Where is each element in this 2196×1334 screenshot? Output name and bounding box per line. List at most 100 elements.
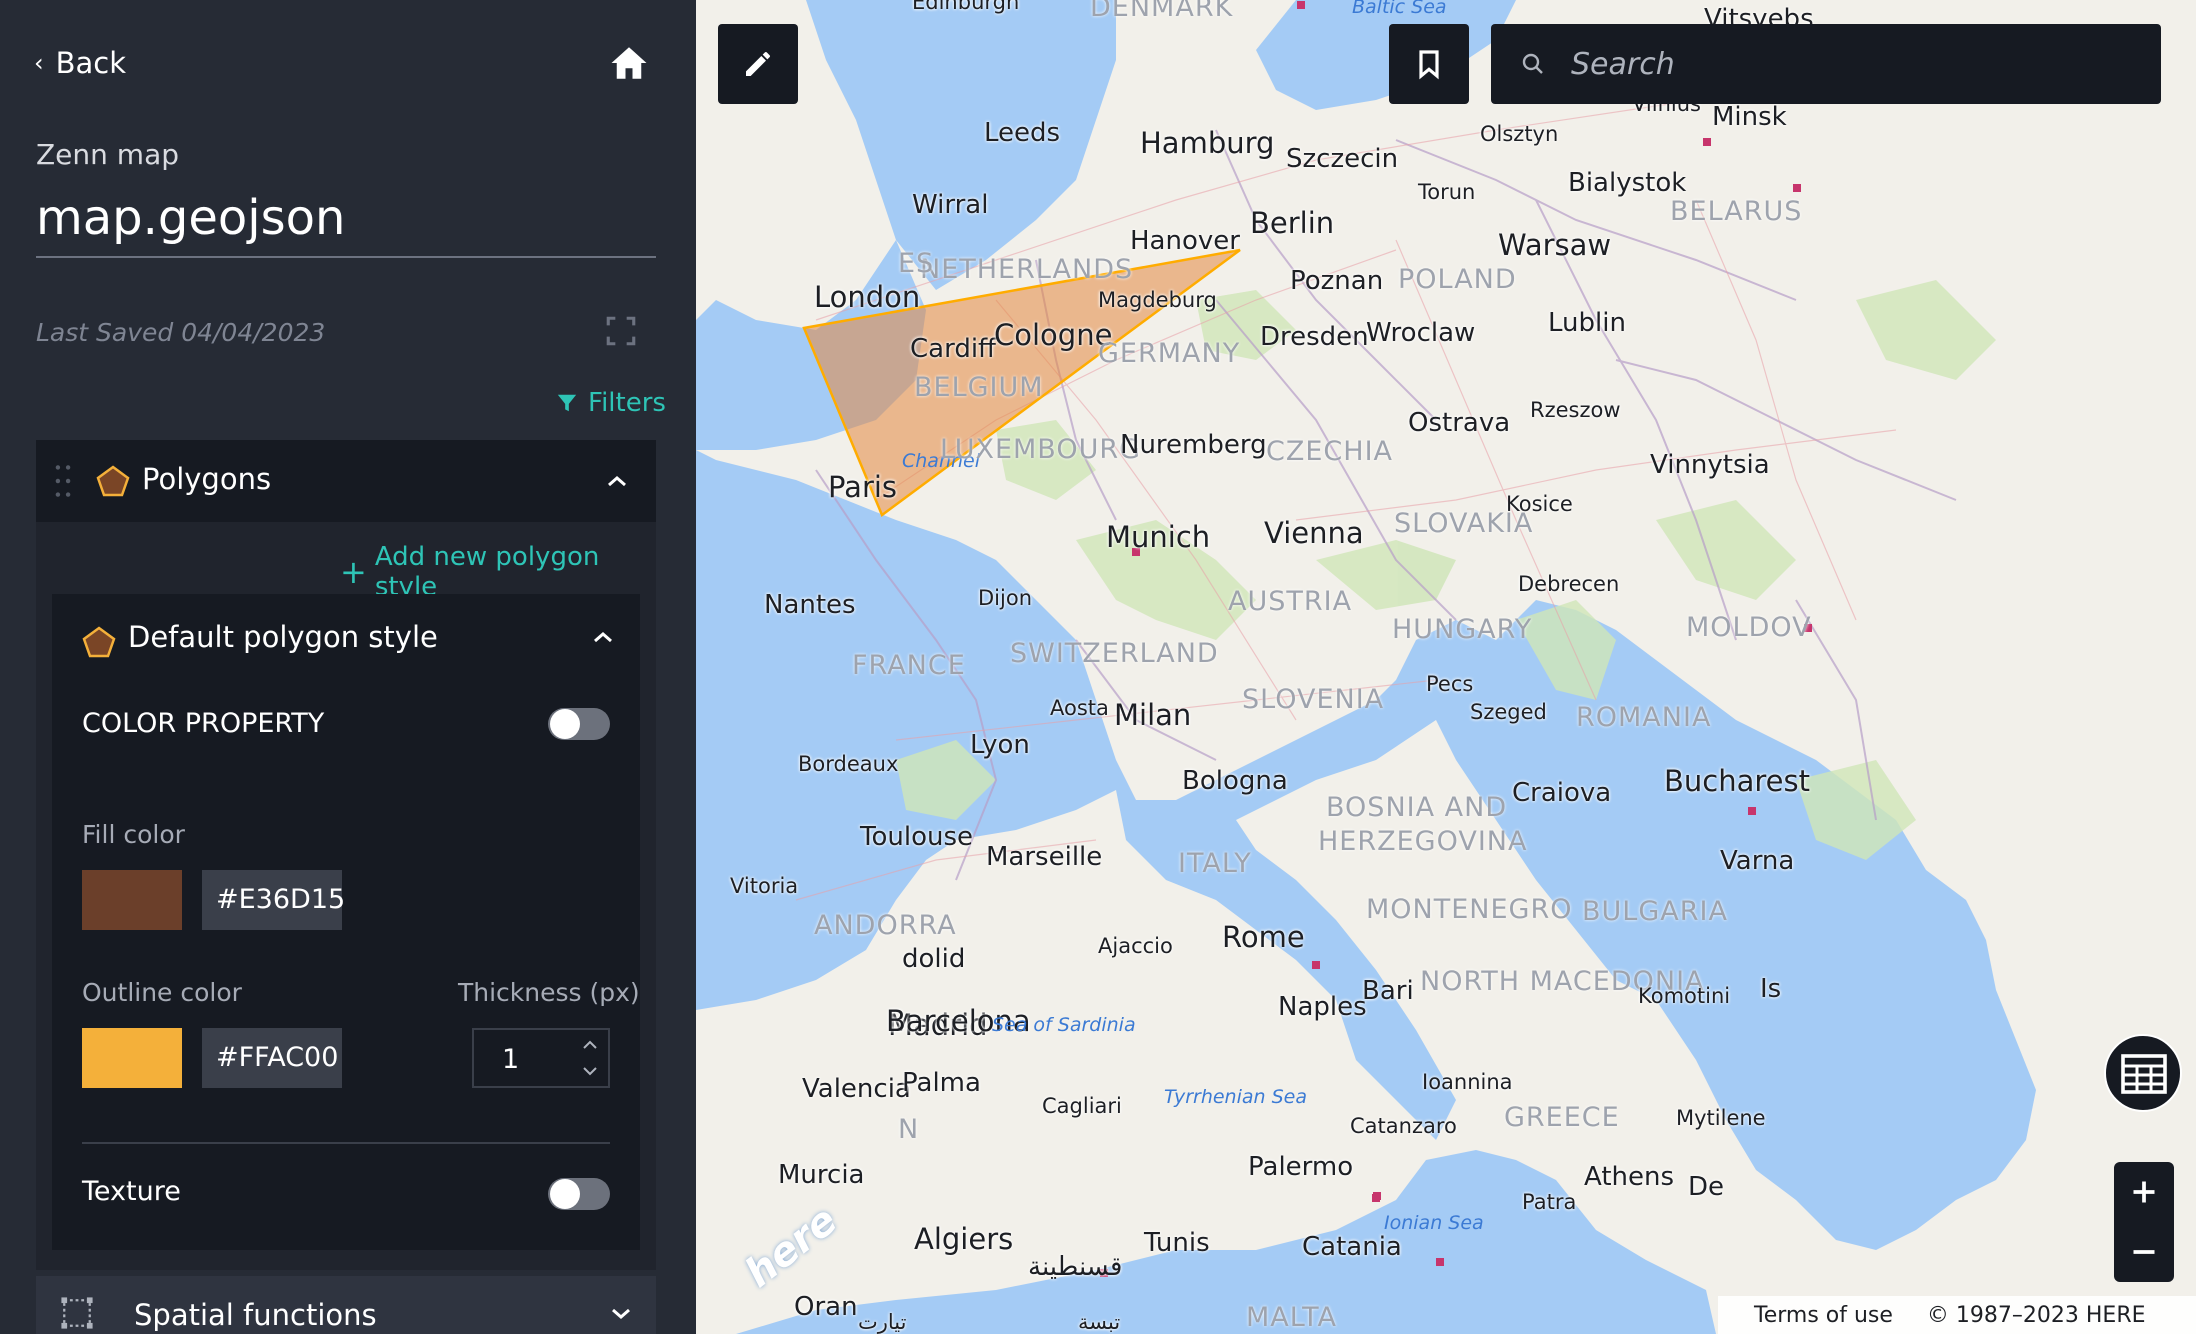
last-saved-text: Last Saved 04/04/2023 xyxy=(36,318,326,347)
filename-field[interactable]: map.geojson xyxy=(36,190,656,258)
map-label: Patra xyxy=(1522,1190,1577,1214)
map-label: Marseille xyxy=(986,842,1103,872)
map-label: Bari xyxy=(1362,976,1414,1006)
map-label: Toulouse xyxy=(860,822,974,852)
map-label: NETHERLANDS xyxy=(920,254,1134,285)
map-label: Milan xyxy=(1114,698,1192,732)
filter-icon xyxy=(557,394,577,412)
chevron-down-icon[interactable] xyxy=(610,1306,632,1320)
minus-icon xyxy=(2133,1250,2155,1254)
map-label: Palermo xyxy=(1248,1152,1354,1182)
fill-color-swatch[interactable] xyxy=(82,870,182,930)
map-label: Catania xyxy=(1302,1232,1402,1262)
map-label: Baltic Sea xyxy=(1352,0,1447,18)
map-label: De xyxy=(1688,1172,1725,1202)
spatial-functions-section-header[interactable]: Spatial functions xyxy=(36,1276,656,1334)
map-label: Sea of Sardinia xyxy=(992,1014,1136,1036)
map-label: Ostrava xyxy=(1408,408,1511,438)
map-label: LUXEMBOURG xyxy=(940,434,1142,465)
map-label: ITALY xyxy=(1178,848,1252,879)
filters-label: Filters xyxy=(588,388,666,418)
map-label: Wirral xyxy=(912,190,989,220)
map-label: Algiers xyxy=(914,1222,1014,1256)
add-style-label: Add new polygon style xyxy=(374,542,600,602)
home-icon[interactable] xyxy=(608,42,650,84)
map-label: BELARUS xyxy=(1670,196,1803,227)
chevron-up-icon[interactable] xyxy=(592,630,614,644)
table-view-button[interactable] xyxy=(2104,1034,2182,1112)
map-label: GERMANY xyxy=(1098,338,1241,369)
back-button[interactable]: ‹ Back xyxy=(34,46,126,80)
chevron-up-icon[interactable] xyxy=(606,474,628,488)
map-label: تبسة xyxy=(1078,1310,1121,1334)
map-label: Vienna xyxy=(1264,516,1364,550)
outline-color-hex-input[interactable]: #FFAC00 xyxy=(202,1028,342,1088)
map-label: Minsk xyxy=(1712,102,1787,132)
polygons-section-header[interactable]: Polygons xyxy=(36,440,656,522)
map-label: Ajaccio xyxy=(1098,934,1173,958)
map-label: N xyxy=(898,1114,920,1145)
map-label: SWITZERLAND xyxy=(1010,638,1219,669)
terms-of-use-link[interactable]: Terms of use xyxy=(1754,1303,1893,1328)
map-label: GREECE xyxy=(1504,1102,1620,1133)
polygons-section-body: + Add new polygon style Default polygon … xyxy=(36,522,656,1270)
map-label: CZECHIA xyxy=(1266,436,1393,467)
map-label: Szczecin xyxy=(1286,144,1399,174)
map-label: Nantes xyxy=(764,590,856,620)
map-label: Aosta xyxy=(1050,696,1109,720)
map-label: Cologne xyxy=(994,318,1113,352)
zoom-out-button[interactable] xyxy=(2114,1222,2174,1282)
style-title: Default polygon style xyxy=(128,620,438,654)
thickness-value: 1 xyxy=(502,1044,520,1075)
outline-color-swatch[interactable] xyxy=(82,1028,182,1088)
map-label: Torun xyxy=(1418,180,1476,204)
chevron-left-icon: ‹ xyxy=(34,49,44,77)
drag-handle-icon[interactable] xyxy=(54,464,72,498)
map-label: FRANCE xyxy=(852,650,966,681)
map-label: Bologna xyxy=(1182,766,1288,796)
map-label: London xyxy=(814,280,921,314)
thickness-stepper[interactable]: 1 xyxy=(472,1028,610,1088)
texture-label: Texture xyxy=(82,1176,181,1207)
map-label: Leeds xyxy=(984,118,1061,148)
map-label: Szeged xyxy=(1470,700,1547,724)
bookmark-button[interactable] xyxy=(1389,24,1469,104)
map-label: Bialystok xyxy=(1568,168,1687,198)
fill-color-hex-input[interactable]: #E36D15 xyxy=(202,870,345,930)
pencil-icon xyxy=(746,52,770,76)
fullscreen-icon[interactable] xyxy=(604,314,638,348)
map-attribution: Terms of use © 1987–2023 HERE xyxy=(1718,1296,2196,1334)
map-label: Warsaw xyxy=(1498,228,1612,262)
polygons-label: Polygons xyxy=(142,462,272,496)
map-label: Ionian Sea xyxy=(1384,1212,1484,1234)
back-label: Back xyxy=(55,46,127,80)
map-label: SLOVENIA xyxy=(1242,684,1385,715)
filters-button[interactable]: Filters xyxy=(556,388,666,418)
map-label: SLOVAKIA xyxy=(1394,508,1534,539)
map-label: Bordeaux xyxy=(798,752,899,776)
zoom-in-button[interactable] xyxy=(2114,1162,2174,1222)
map-label: Catanzaro xyxy=(1350,1114,1457,1138)
map-label: ES xyxy=(898,248,935,279)
map-label: تيارت xyxy=(858,1310,907,1334)
map-label: Paris xyxy=(828,470,898,504)
map-label: dolid xyxy=(902,944,966,974)
texture-toggle[interactable] xyxy=(548,1178,610,1210)
map-label: Craiova xyxy=(1512,778,1612,808)
color-property-toggle[interactable] xyxy=(548,708,610,740)
stepper-up-icon[interactable] xyxy=(582,1040,598,1050)
edit-button[interactable] xyxy=(718,24,798,104)
search-input[interactable] xyxy=(1571,42,2131,86)
map-label: AUSTRIA xyxy=(1228,586,1353,617)
map-label: Palma xyxy=(902,1068,981,1098)
stepper-down-icon[interactable] xyxy=(582,1066,598,1076)
bookmark-icon xyxy=(1419,50,1439,80)
map-canvas[interactable]: Edinburgh DENMARK Baltic Sea Vitsyebs Vi… xyxy=(696,0,2196,1334)
map-label: Munich xyxy=(1106,520,1211,554)
map-label: HUNGARY xyxy=(1392,614,1533,645)
add-polygon-style-button[interactable]: + Add new polygon style xyxy=(340,542,656,602)
zoom-control xyxy=(2114,1162,2174,1282)
map-label: Nuremberg xyxy=(1120,430,1267,460)
map-label: MONTENEGRO xyxy=(1366,894,1573,925)
search-bar xyxy=(1491,24,2161,104)
